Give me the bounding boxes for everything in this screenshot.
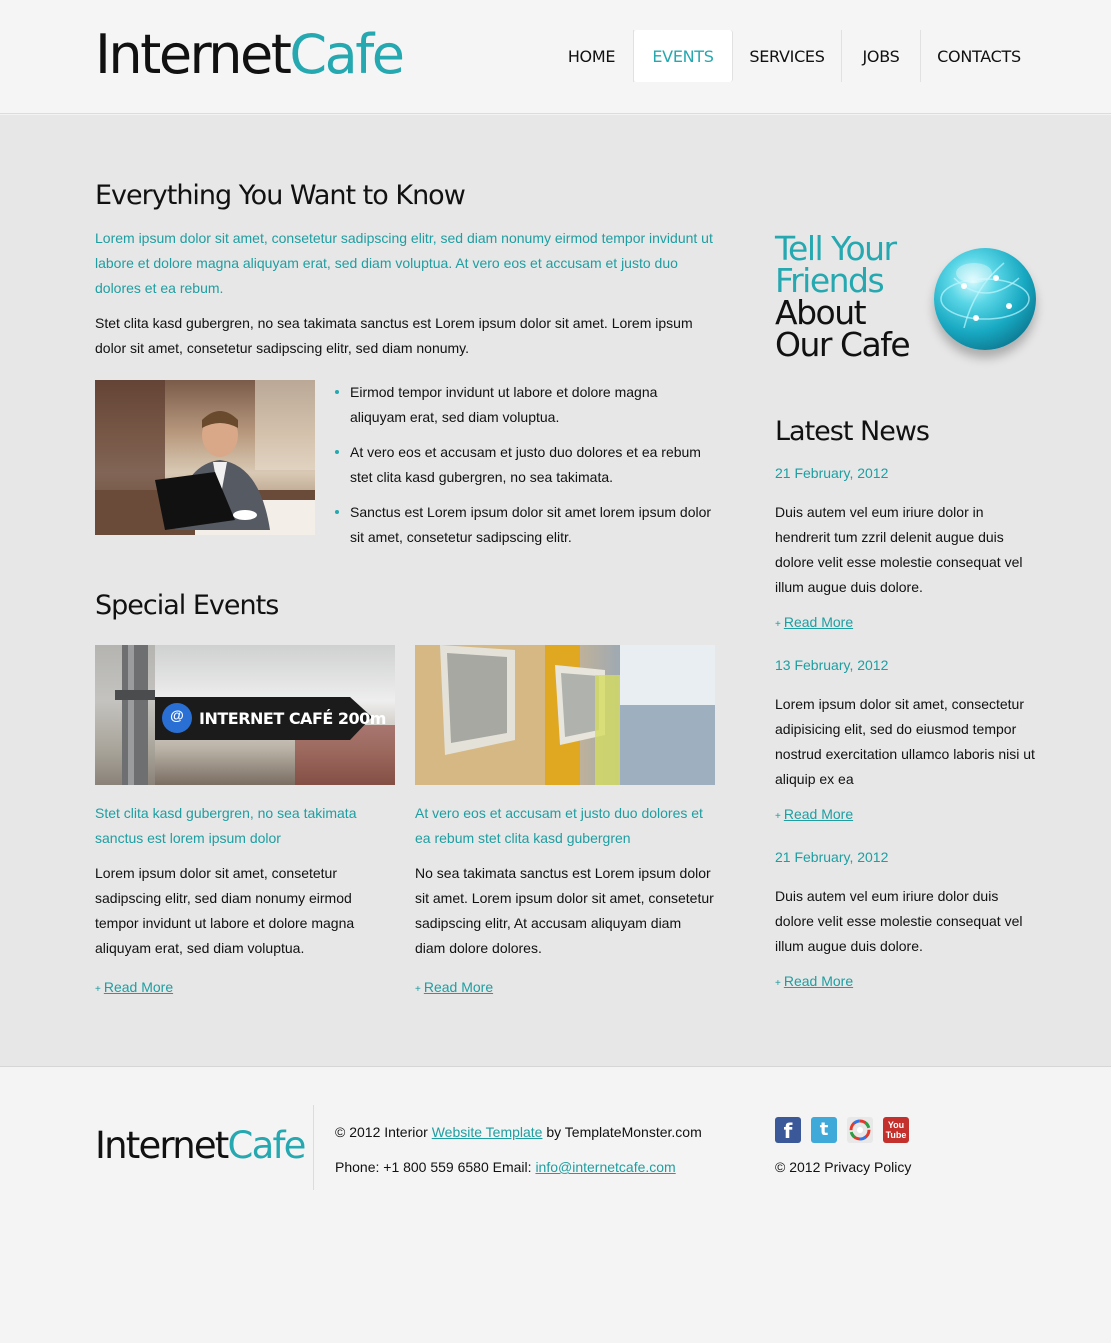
read-more-link[interactable]: Read More	[104, 979, 173, 995]
site-logo[interactable]: InternetCafe	[95, 28, 405, 82]
plus-icon: +	[775, 811, 781, 822]
monitors-illustration	[415, 645, 715, 785]
event-1-heading: Stet clita kasd gubergren, no sea takima…	[95, 805, 357, 846]
intro-lead: Lorem ipsum dolor sit amet, consetetur s…	[95, 230, 713, 296]
list-item: Eirmod tempor invidunt ut labore et dolo…	[335, 380, 715, 430]
news-3-read-more: + Read More	[775, 973, 853, 989]
read-more-link[interactable]: Read More	[784, 973, 853, 989]
nav-jobs[interactable]: JOBS	[842, 30, 921, 82]
picasa-icon[interactable]	[847, 1117, 873, 1143]
news-2-text: Lorem ipsum dolor sit amet, consectetur …	[775, 696, 1035, 787]
privacy-policy[interactable]: © 2012 Privacy Policy	[775, 1155, 911, 1180]
latest-news-title: Latest News	[775, 416, 930, 447]
intro-body: Stet clita kasd gubergren, no sea takima…	[95, 315, 693, 356]
footer-contact: Phone: +1 800 559 6580 Email: info@inter…	[335, 1159, 676, 1175]
plus-icon: +	[95, 984, 101, 995]
read-more-link[interactable]: Read More	[784, 806, 853, 822]
globe-network-lines	[940, 262, 1030, 329]
plus-icon: +	[775, 978, 781, 989]
nav-home[interactable]: HOME	[550, 30, 634, 82]
news-2-read-more: + Read More	[775, 806, 853, 822]
website-template-link[interactable]: Website Template	[432, 1124, 543, 1140]
tell-friends-promo[interactable]: Tell Your Friends About Our Cafe	[775, 232, 911, 364]
promo-line: Our Cafe	[775, 325, 911, 364]
event-sign-image: @ INTERNET CAFÉ 200m	[95, 645, 395, 785]
intro-bullet-list: Eirmod tempor invidunt ut labore et dolo…	[335, 380, 715, 560]
sign-text: INTERNET CAFÉ 200m	[199, 709, 386, 728]
event-1-read-more: + Read More	[95, 979, 173, 995]
list-item: At vero eos et accusam et justo duo dolo…	[335, 440, 715, 490]
site-footer	[0, 1067, 1111, 1343]
man-laptop-illustration	[95, 380, 315, 535]
event-2-body: No sea takimata sanctus est Lorem ipsum …	[415, 865, 714, 956]
news-3-date: 21 February, 2012	[775, 849, 889, 865]
footer-logo[interactable]: InternetCafe	[95, 1127, 306, 1164]
twitter-icon[interactable]: t	[811, 1117, 837, 1143]
read-more-link[interactable]: Read More	[424, 979, 493, 995]
event-2-read-more: + Read More	[415, 979, 493, 995]
news-1-date: 21 February, 2012	[775, 465, 889, 481]
nav-services[interactable]: SERVICES	[733, 30, 842, 82]
globe-icon	[934, 248, 1036, 350]
footer-copyright: © 2012 Interior Website Template by Temp…	[335, 1124, 702, 1140]
at-sign: @	[170, 707, 184, 723]
email-link[interactable]: info@internetcafe.com	[535, 1159, 675, 1175]
events-title: Special Events	[95, 590, 279, 621]
facebook-icon[interactable]: f	[775, 1117, 801, 1143]
news-1-read-more: + Read More	[775, 614, 853, 630]
nav-events[interactable]: EVENTS	[634, 30, 733, 82]
youtube-icon[interactable]: You Tube	[883, 1117, 909, 1143]
read-more-link[interactable]: Read More	[784, 614, 853, 630]
plus-icon: +	[775, 619, 781, 630]
man-laptop-image	[95, 380, 315, 535]
main-nav: HOME EVENTS SERVICES JOBS CONTACTS	[550, 30, 1037, 82]
news-1-text: Duis autem vel eum iriure dolor in hendr…	[775, 504, 1023, 595]
event-monitors-image	[415, 645, 715, 785]
nav-contacts[interactable]: CONTACTS	[921, 30, 1037, 82]
news-3-text: Duis autem vel eum iriure dolor duis dol…	[775, 888, 1023, 954]
news-2-date: 13 February, 2012	[775, 657, 889, 673]
event-1-body: Lorem ipsum dolor sit amet, consetetur s…	[95, 865, 355, 956]
event-2-heading: At vero eos et accusam et justo duo dolo…	[415, 805, 703, 846]
plus-icon: +	[415, 984, 421, 995]
footer-divider	[313, 1105, 314, 1190]
intro-title: Everything You Want to Know	[95, 180, 466, 211]
site-header: InternetCafe HOME EVENTS SERVICES JOBS C…	[0, 0, 1111, 114]
picasa-glyph	[849, 1119, 871, 1141]
list-item: Sanctus est Lorem ipsum dolor sit amet l…	[335, 500, 715, 550]
